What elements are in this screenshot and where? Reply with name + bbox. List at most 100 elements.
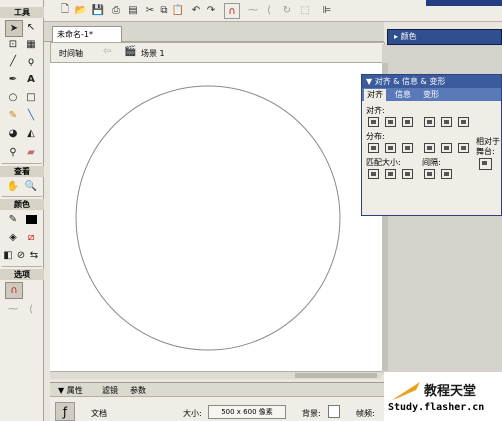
zoom-tool-icon[interactable]: 🔍 (23, 179, 39, 194)
save-icon[interactable]: 💾 (91, 3, 105, 17)
align-bottom-icon[interactable] (458, 117, 469, 127)
timeline-toggle[interactable]: 时间轴 (59, 48, 83, 59)
distribute-bottom-icon[interactable] (402, 143, 413, 153)
distribute-right-icon[interactable] (458, 143, 469, 153)
align-top-icon[interactable] (424, 117, 435, 127)
paint-bucket-tool-icon[interactable]: ◭ (23, 126, 39, 141)
distribute-left-icon[interactable] (424, 143, 435, 153)
match-width-icon[interactable] (368, 169, 379, 179)
color-panel-header[interactable]: ▸ 颜色 (387, 29, 502, 45)
match-size-label: 匹配大小: (366, 158, 401, 167)
scale-icon[interactable]: ⬚ (298, 3, 312, 17)
watermark-pen-icon (390, 378, 424, 402)
horizontal-scrollbar[interactable] (50, 371, 382, 379)
tab-align[interactable]: 对齐 (364, 89, 386, 101)
to-stage-button[interactable] (479, 158, 492, 170)
smooth-icon[interactable]: ⁓ (5, 302, 21, 317)
align-left-icon[interactable] (368, 117, 379, 127)
tools-section-label: 工具 (0, 7, 44, 18)
lasso-tool-icon[interactable]: ϙ (23, 54, 39, 69)
align-vcenter-icon[interactable] (441, 117, 452, 127)
match-both-icon[interactable] (402, 169, 413, 179)
view-section-label: 查看 (0, 166, 44, 177)
size-label: 大小: (183, 409, 202, 418)
cut-icon[interactable]: ✂ (143, 3, 157, 17)
brush-tool-icon[interactable]: ╲ (23, 108, 39, 123)
print-preview-icon[interactable]: ▤ (126, 3, 140, 17)
eraser-tool-icon[interactable]: ▰ (23, 145, 39, 160)
tab-filters[interactable]: 滤镜 (102, 385, 118, 396)
distribute-label: 分布: (366, 132, 385, 141)
subselection-tool-icon[interactable]: ↖ (23, 20, 39, 35)
tab-info[interactable]: 信息 (392, 89, 414, 101)
circle-shape[interactable] (75, 85, 341, 351)
watermark-url: Study.flasher.cn (388, 402, 485, 413)
free-transform-tool-icon[interactable]: ⊡ (5, 37, 21, 52)
snap-magnet-icon[interactable]: ∩ (224, 3, 240, 19)
colors-section-label: 颜色 (0, 199, 44, 210)
selection-tool-icon[interactable]: ➤ (5, 20, 23, 37)
rotate-icon[interactable]: ↻ (280, 3, 294, 17)
scene-label[interactable]: 场景 1 (141, 48, 165, 59)
space-horizontal-icon[interactable] (441, 169, 452, 179)
spacing-label: 间隔: (422, 158, 441, 167)
distribute-hcenter-icon[interactable] (441, 143, 452, 153)
back-arrow-icon[interactable]: ⇦ (103, 46, 111, 57)
pen-tool-icon[interactable]: ✒ (5, 72, 21, 87)
match-height-icon[interactable] (385, 169, 396, 179)
straighten-icon[interactable]: ⟨ (23, 302, 39, 317)
tab-parameters[interactable]: 参数 (130, 385, 146, 396)
toolbox-divider (2, 163, 42, 164)
rectangle-tool-icon[interactable]: □ (23, 90, 39, 105)
snap-magnet-icon[interactable]: ∩ (5, 282, 23, 299)
line-tool-icon[interactable]: ╱ (5, 54, 21, 69)
fill-color-icon[interactable]: ◈ (5, 230, 21, 245)
background-color-swatch[interactable] (328, 405, 340, 418)
scrollbar-thumb[interactable] (295, 373, 377, 378)
size-button[interactable]: 500 x 600 像素 (208, 405, 286, 419)
align-label: 对齐: (366, 106, 385, 115)
stroke-color-swatch[interactable] (23, 212, 39, 227)
document-tab[interactable]: 未命名-1* (52, 26, 122, 42)
scene-icon: 🎬 (124, 46, 137, 57)
stroke-color-icon[interactable]: ✎ (5, 212, 21, 227)
background-label: 背景: (302, 409, 321, 418)
distribute-top-icon[interactable] (368, 143, 379, 153)
black-white-icon[interactable]: ◧ (2, 248, 14, 263)
undo-icon[interactable]: ↶ (189, 3, 203, 17)
pencil-tool-icon[interactable]: ✎ (5, 108, 21, 123)
align-panel: ▼ 对齐 & 信息 & 变形 对齐 信息 变形 对齐: 分布: 匹配大小: 间隔… (361, 74, 502, 216)
eyedropper-tool-icon[interactable]: ⚲ (5, 145, 21, 160)
align-panel-title[interactable]: ▼ 对齐 & 信息 & 变形 (362, 75, 501, 88)
toolbox-divider (2, 266, 42, 267)
align-icon[interactable]: ⊫ (320, 3, 334, 17)
no-color-icon[interactable]: ⊘ (15, 248, 27, 263)
document-type-label: 文档 (91, 409, 107, 418)
swap-colors-icon[interactable]: ⇆ (28, 248, 40, 263)
distribute-vcenter-icon[interactable] (385, 143, 396, 153)
stage-label: 舞台: (476, 147, 495, 156)
frame-rate-label: 帧频: (356, 409, 375, 418)
ink-bottle-tool-icon[interactable]: ◕ (5, 126, 21, 141)
color-panel-title: 颜色 (400, 32, 417, 41)
align-hcenter-icon[interactable] (385, 117, 396, 127)
paste-icon[interactable]: 📋 (171, 3, 185, 17)
new-file-icon[interactable]: 🗋 (58, 3, 72, 17)
hand-tool-icon[interactable]: ✋ (5, 179, 21, 194)
straighten-icon[interactable]: ⟨ (262, 3, 276, 17)
gradient-transform-tool-icon[interactable]: ▦ (23, 37, 39, 52)
space-vertical-icon[interactable] (424, 169, 435, 179)
tab-transform[interactable]: 变形 (420, 89, 442, 101)
stage[interactable] (50, 63, 382, 371)
smooth-icon[interactable]: ⁓ (246, 3, 260, 17)
properties-tab-bar: ▼ 属性 滤镜 参数 (50, 383, 384, 397)
oval-tool-icon[interactable]: ○ (5, 90, 21, 105)
align-right-icon[interactable] (402, 117, 413, 127)
fill-color-swatch[interactable]: ⧄ (23, 230, 39, 245)
text-tool-icon[interactable]: A (23, 72, 39, 87)
print-icon[interactable]: ⎙ (109, 3, 123, 17)
copy-icon[interactable]: ⧉ (157, 3, 171, 17)
open-file-icon[interactable]: 📂 (74, 3, 88, 17)
redo-icon[interactable]: ↷ (204, 3, 218, 17)
tab-properties[interactable]: ▼ 属性 (58, 385, 83, 396)
